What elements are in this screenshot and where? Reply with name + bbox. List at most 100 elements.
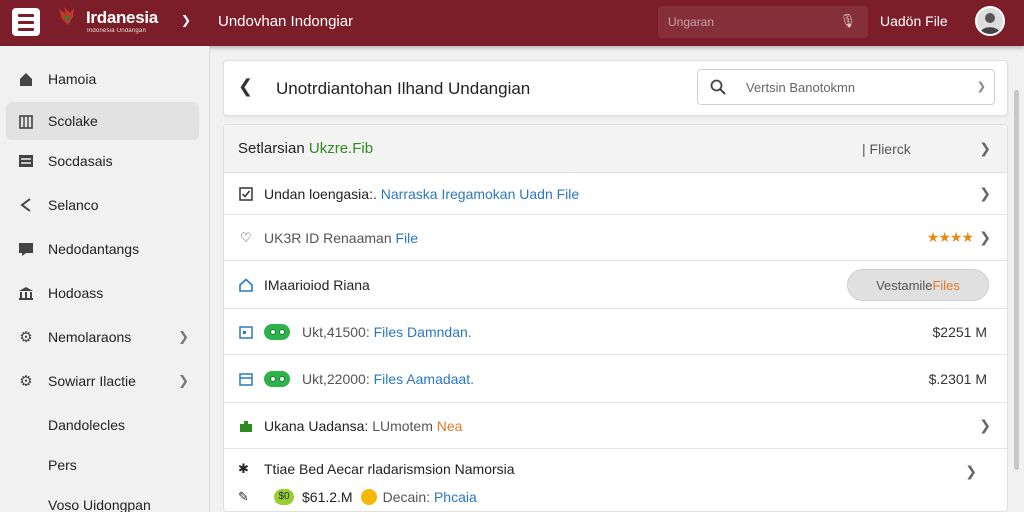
- sidebar-item-nedodantangs[interactable]: Nedodantangs: [6, 230, 199, 268]
- avatar[interactable]: [975, 6, 1005, 36]
- sidebar-item-label: Socdasais: [48, 153, 113, 169]
- table-row[interactable]: Ukt,22000: Files Aamadaat. $.2301 M: [224, 355, 1007, 403]
- brand-name: Irdanesia: [86, 8, 158, 27]
- sidebar-item-label: Voso Uidongpan: [48, 497, 151, 512]
- rating-stars: ★★★★: [926, 229, 974, 245]
- list-item[interactable]: ✱ Ttiae Bed Aecar rladarismsion Namorsia: [238, 461, 515, 477]
- content-header: ❮ Unotrdiantohan Ilhand Undangian Vertsi…: [223, 60, 1008, 116]
- chevron-right-icon: ❯: [178, 329, 189, 344]
- toggle-icon[interactable]: [264, 370, 290, 387]
- sidebar-item-label: Dandolecles: [48, 417, 126, 433]
- search-icon: [710, 79, 726, 95]
- row-amount: $61.2.M: [302, 489, 353, 505]
- brand-subtitle: Indonesia Undangan: [87, 28, 146, 34]
- sidebar-item-scolake[interactable]: Scolake: [6, 102, 199, 140]
- list-item[interactable]: Undan loengasia:. Narraska Iregamokan Ua…: [224, 173, 1007, 215]
- mic-icon[interactable]: 🎙: [839, 13, 856, 29]
- row-label: Ukt,41500:: [302, 323, 370, 340]
- checkbox-icon[interactable]: [238, 186, 254, 201]
- sidebar-item-voso[interactable]: Voso Uidongpan: [6, 486, 199, 512]
- sidebar-item-socdasais[interactable]: Socdasais: [6, 142, 199, 180]
- section-title: Setlarsian Ukzre.Fib: [238, 140, 374, 157]
- row-value: Phcaia: [433, 489, 477, 505]
- hamburger-menu-button[interactable]: [12, 8, 40, 36]
- row-value: Narraska Iregamokan Uadn File: [380, 185, 580, 202]
- table-row[interactable]: Ukt,41500: Files Damndan. $2251 M: [224, 309, 1007, 355]
- chevron-right-icon: ❯: [979, 229, 991, 245]
- chevron-right-icon: ❯: [979, 185, 991, 201]
- list-item[interactable]: ✎ $0 $61.2.M Decain: Phcaia: [238, 489, 477, 505]
- view-files-button[interactable]: Vestamile Files: [847, 269, 989, 301]
- chevron-right-icon: ❯: [979, 140, 991, 156]
- heart-icon: ♡: [240, 229, 252, 245]
- section-header[interactable]: Setlarsian Ukzre.Fib | Flierck ❯: [224, 125, 1007, 173]
- bird-logo-icon: [59, 7, 74, 25]
- row-label: IMaarioiod Riana: [264, 276, 370, 293]
- row-value: LUmotem: [372, 417, 433, 434]
- row-value: Files Damndan.: [373, 323, 472, 340]
- home-icon: [14, 71, 38, 87]
- list-item[interactable]: Ukana Uadansa: LUmotem Nea ❯: [224, 403, 1007, 449]
- file-list-card: Setlarsian Ukzre.Fib | Flierck ❯ Undan l…: [223, 124, 1008, 512]
- store-icon: [238, 419, 254, 433]
- coin-chip: $0: [274, 489, 294, 505]
- top-bar: Irdanesia Indonesia Undangan ❯ Undovhan …: [0, 0, 1024, 46]
- list-item[interactable]: ♡ UK3R ID Renaaman File ★★★★ ❯: [224, 215, 1007, 261]
- home-outline-icon: [238, 277, 254, 292]
- back-arrow-icon[interactable]: ❮: [238, 76, 253, 97]
- emoji-icon: [360, 489, 377, 505]
- inbox-icon: [14, 241, 38, 257]
- chevron-right-icon: ❯: [178, 373, 189, 388]
- edit-icon: ✎: [238, 489, 249, 504]
- page-title: Undovhan Indongiar: [218, 13, 354, 30]
- top-search-input[interactable]: Ungaran 🎙: [658, 6, 868, 38]
- user-avatar-icon: [977, 8, 1003, 34]
- chevron-right-icon: ❯: [979, 417, 991, 433]
- row-label: Ukana Uadansa:: [264, 417, 369, 434]
- row-label: UK3R ID Renaaman: [264, 229, 392, 246]
- gear-icon: ⚙: [19, 373, 33, 390]
- sidebar-item-label: Scolake: [48, 113, 98, 129]
- row-amount: $2251 M: [932, 323, 987, 340]
- row-value-accent: Nea: [436, 417, 463, 434]
- sidebar-item-hodoass[interactable]: Hodoass: [6, 274, 199, 312]
- chevron-right-icon: ❯: [976, 81, 986, 93]
- sidebar-item-label: Sowiarr Ilactie: [48, 373, 136, 389]
- sidebar: Hamoia Scolake Socdasais Selanco Nedodan…: [0, 46, 210, 512]
- building-icon: [14, 113, 38, 129]
- sidebar-item-label: Hodoass: [48, 285, 104, 301]
- bank-icon: [14, 285, 38, 301]
- scrollbar[interactable]: [1014, 90, 1019, 470]
- toggle-icon[interactable]: [264, 323, 290, 340]
- sidebar-item-home[interactable]: Hamoia: [6, 60, 199, 98]
- row-label: Decain:: [382, 489, 431, 505]
- list-item: IMaarioiod Riana Vestamile Files: [224, 261, 1007, 309]
- calendar-icon: [238, 372, 254, 386]
- sidebar-item-pers[interactable]: Pers: [6, 446, 199, 484]
- sidebar-item-dandolecles[interactable]: Dandolecles: [6, 406, 199, 444]
- sidebar-item-selanco[interactable]: Selanco: [6, 186, 199, 224]
- top-search-placeholder: Ungaran: [668, 15, 715, 29]
- sidebar-item-sowiarr[interactable]: ⚙ Sowiarr Ilactie ❯: [6, 362, 199, 400]
- sidebar-item-label: Pers: [48, 457, 77, 473]
- chevron-down-icon[interactable]: ❯: [181, 13, 191, 27]
- content-title: Unotrdiantohan Ilhand Undangian: [276, 79, 531, 98]
- chevron-right-icon: ❯: [965, 463, 977, 479]
- sidebar-item-nemolaraons[interactable]: ⚙ Nemolaraons ❯: [6, 318, 199, 356]
- row-amount: $.2301 M: [928, 370, 987, 387]
- upload-file-button[interactable]: Uadön File: [880, 13, 948, 29]
- content-search-input[interactable]: Vertsin Banotokmn ❯: [697, 69, 995, 105]
- list-icon: [14, 153, 38, 169]
- gear-icon: ⚙: [19, 329, 33, 346]
- filter-label[interactable]: | Flierck: [862, 141, 911, 157]
- share-icon: [14, 197, 38, 213]
- row-label: Ukt,22000:: [302, 370, 370, 387]
- sidebar-item-label: Nedodantangs: [48, 241, 140, 257]
- sidebar-item-label: Nemolaraons: [48, 329, 132, 345]
- sidebar-item-label: Selanco: [48, 197, 99, 213]
- search-placeholder: Vertsin Banotokmn: [746, 79, 856, 95]
- calendar-icon: [238, 325, 254, 339]
- sidebar-item-label: Hamoia: [48, 71, 97, 87]
- row-label: Ttiae Bed Aecar rladarismsion Namorsia: [264, 461, 515, 477]
- row-value: Files Aamadaat.: [373, 370, 474, 387]
